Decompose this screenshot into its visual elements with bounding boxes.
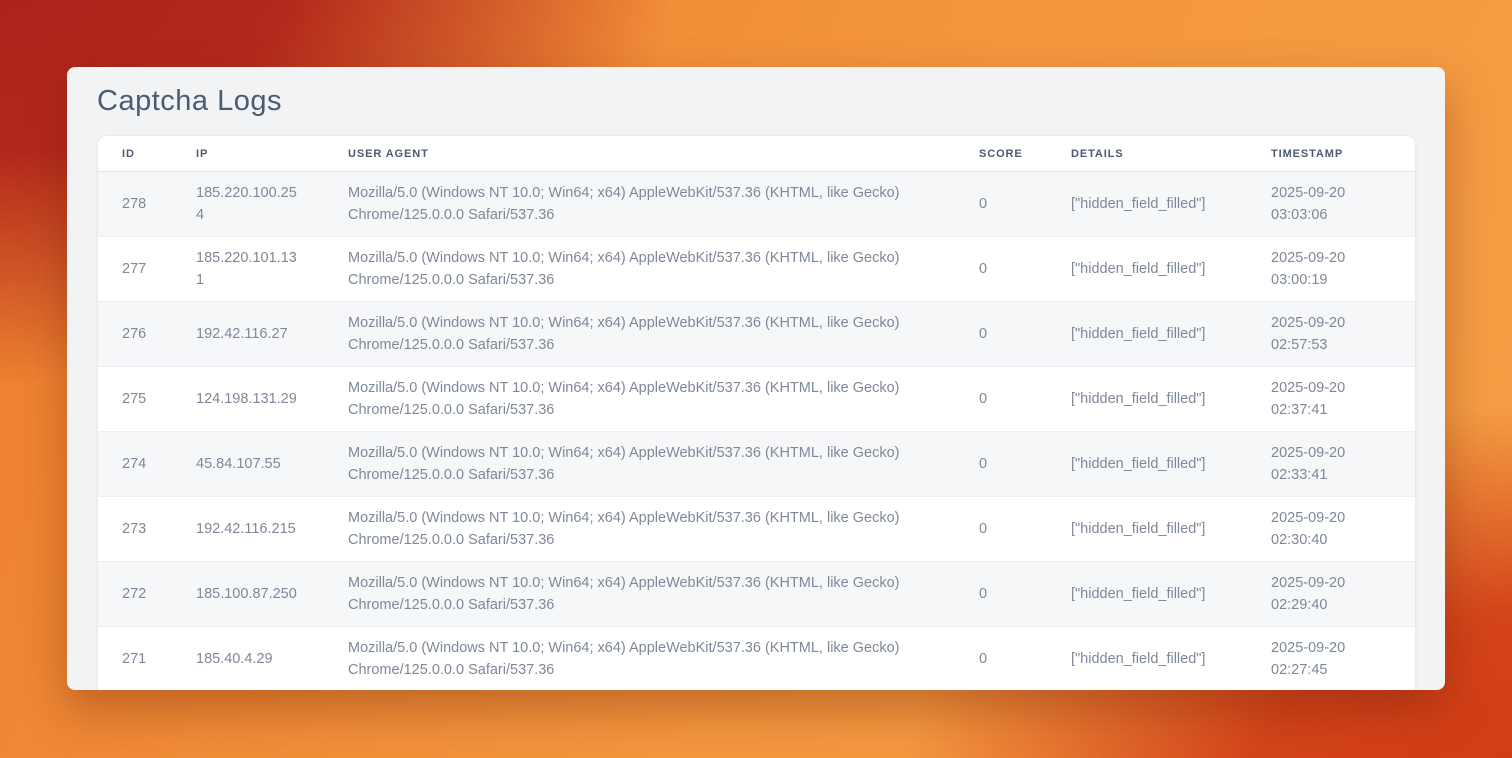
cell-details: ["hidden_field_filled"]: [1047, 432, 1247, 497]
cell-timestamp: 2025-09-20 02:27:45: [1247, 627, 1416, 691]
logs-table-body: 278185.220.100.254Mozilla/5.0 (Windows N…: [98, 172, 1416, 691]
desktop-background: Captcha Logs ID IP USER AGENT SCORE DETA…: [0, 0, 1512, 758]
table-row: 276192.42.116.27Mozilla/5.0 (Windows NT …: [98, 302, 1416, 367]
cell-score: 0: [955, 562, 1047, 627]
cell-user-agent: Mozilla/5.0 (Windows NT 10.0; Win64; x64…: [324, 562, 955, 627]
cell-score: 0: [955, 367, 1047, 432]
cell-user-agent: Mozilla/5.0 (Windows NT 10.0; Win64; x64…: [324, 627, 955, 691]
cell-score: 0: [955, 497, 1047, 562]
cell-details: ["hidden_field_filled"]: [1047, 562, 1247, 627]
cell-timestamp: 2025-09-20 03:03:06: [1247, 172, 1416, 237]
cell-timestamp: 2025-09-20 03:00:19: [1247, 237, 1416, 302]
cell-user-agent: Mozilla/5.0 (Windows NT 10.0; Win64; x64…: [324, 237, 955, 302]
page-title: Captcha Logs: [97, 85, 1416, 118]
table-row: 271185.40.4.29Mozilla/5.0 (Windows NT 10…: [98, 627, 1416, 691]
cell-score: 0: [955, 432, 1047, 497]
logs-table: ID IP USER AGENT SCORE DETAILS TIMESTAMP…: [98, 136, 1416, 690]
cell-id: 271: [98, 627, 172, 691]
cell-details: ["hidden_field_filled"]: [1047, 627, 1247, 691]
cell-id: 278: [98, 172, 172, 237]
logs-table-header: ID IP USER AGENT SCORE DETAILS TIMESTAMP: [98, 136, 1416, 172]
cell-ip: 124.198.131.29: [172, 367, 324, 432]
table-row: 27445.84.107.55Mozilla/5.0 (Windows NT 1…: [98, 432, 1416, 497]
cell-user-agent: Mozilla/5.0 (Windows NT 10.0; Win64; x64…: [324, 497, 955, 562]
column-header-ip: IP: [172, 136, 324, 172]
cell-ip: 185.220.101.131: [172, 237, 324, 302]
cell-details: ["hidden_field_filled"]: [1047, 237, 1247, 302]
cell-id: 277: [98, 237, 172, 302]
cell-timestamp: 2025-09-20 02:29:40: [1247, 562, 1416, 627]
cell-score: 0: [955, 237, 1047, 302]
column-header-details: DETAILS: [1047, 136, 1247, 172]
cell-id: 272: [98, 562, 172, 627]
header-row: ID IP USER AGENT SCORE DETAILS TIMESTAMP: [98, 136, 1416, 172]
column-header-id: ID: [98, 136, 172, 172]
column-header-timestamp: TIMESTAMP: [1247, 136, 1416, 172]
table-row: 273192.42.116.215Mozilla/5.0 (Windows NT…: [98, 497, 1416, 562]
cell-ip: 185.100.87.250: [172, 562, 324, 627]
column-header-score: SCORE: [955, 136, 1047, 172]
cell-timestamp: 2025-09-20 02:57:53: [1247, 302, 1416, 367]
cell-details: ["hidden_field_filled"]: [1047, 367, 1247, 432]
cell-ip: 185.220.100.254: [172, 172, 324, 237]
cell-score: 0: [955, 627, 1047, 691]
cell-user-agent: Mozilla/5.0 (Windows NT 10.0; Win64; x64…: [324, 367, 955, 432]
table-row: 277185.220.101.131Mozilla/5.0 (Windows N…: [98, 237, 1416, 302]
logs-table-container: ID IP USER AGENT SCORE DETAILS TIMESTAMP…: [97, 135, 1416, 690]
cell-ip: 45.84.107.55: [172, 432, 324, 497]
cell-ip: 185.40.4.29: [172, 627, 324, 691]
cell-user-agent: Mozilla/5.0 (Windows NT 10.0; Win64; x64…: [324, 302, 955, 367]
cell-timestamp: 2025-09-20 02:30:40: [1247, 497, 1416, 562]
cell-user-agent: Mozilla/5.0 (Windows NT 10.0; Win64; x64…: [324, 172, 955, 237]
cell-details: ["hidden_field_filled"]: [1047, 302, 1247, 367]
cell-timestamp: 2025-09-20 02:37:41: [1247, 367, 1416, 432]
table-row: 275124.198.131.29Mozilla/5.0 (Windows NT…: [98, 367, 1416, 432]
cell-id: 273: [98, 497, 172, 562]
captcha-logs-panel: Captcha Logs ID IP USER AGENT SCORE DETA…: [67, 67, 1445, 690]
cell-id: 276: [98, 302, 172, 367]
table-row: 272185.100.87.250Mozilla/5.0 (Windows NT…: [98, 562, 1416, 627]
cell-user-agent: Mozilla/5.0 (Windows NT 10.0; Win64; x64…: [324, 432, 955, 497]
cell-id: 274: [98, 432, 172, 497]
cell-score: 0: [955, 302, 1047, 367]
cell-ip: 192.42.116.27: [172, 302, 324, 367]
column-header-useragent: USER AGENT: [324, 136, 955, 172]
cell-ip: 192.42.116.215: [172, 497, 324, 562]
cell-details: ["hidden_field_filled"]: [1047, 172, 1247, 237]
cell-details: ["hidden_field_filled"]: [1047, 497, 1247, 562]
cell-score: 0: [955, 172, 1047, 237]
table-row: 278185.220.100.254Mozilla/5.0 (Windows N…: [98, 172, 1416, 237]
cell-timestamp: 2025-09-20 02:33:41: [1247, 432, 1416, 497]
cell-id: 275: [98, 367, 172, 432]
